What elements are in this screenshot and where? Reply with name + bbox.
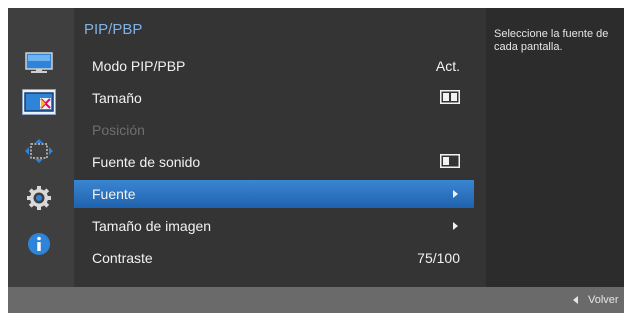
menu-item-contraste[interactable]: Contraste 75/100 [74,244,474,272]
arrow-left-icon [573,296,578,304]
info-icon[interactable] [24,232,54,256]
split-screen-icon [440,89,460,107]
menu-item-label: Fuente de sonido [92,154,201,170]
menu-item-label: Modo PIP/PBP [92,58,186,74]
menu-item-fuente-de-sonido[interactable]: Fuente de sonido [74,148,474,176]
pip-icon[interactable] [22,89,56,115]
menu-item-value: 75/100 [417,250,460,266]
sidebar [8,8,74,287]
menu-item-tamano-de-imagen[interactable]: Tamaño de imagen [74,212,474,240]
monitor-icon[interactable] [24,51,54,75]
arrow-right-icon [453,190,458,198]
help-text: Seleccione la fuente de cada pantalla. [494,28,609,53]
back-label: Volver [588,294,619,306]
menu-title: PIP/PBP [84,21,143,38]
help-panel: Seleccione la fuente de cada pantalla. [486,8,624,287]
left-screen-icon [440,153,460,171]
osd-window: PIP/PBP Modo PIP/PBP Act. Tamaño Posició… [8,8,624,313]
menu-item-posicion: Posición [74,116,474,144]
arrow-right-icon [453,222,458,230]
menu-item-tamano[interactable]: Tamaño [74,84,474,112]
menu-panel: PIP/PBP Modo PIP/PBP Act. Tamaño Posició… [74,8,486,287]
menu-item-fuente[interactable]: Fuente [74,180,474,208]
menu-item-label: Tamaño [92,90,142,106]
position-arrows-icon[interactable] [24,139,54,163]
menu-item-value: Act. [435,58,460,74]
menu-item-label: Posición [92,122,145,138]
back-hint[interactable]: Volver [573,287,624,313]
bottom-bar: Volver [8,287,624,313]
gear-icon[interactable] [24,186,54,210]
menu-item-modo-pip-pbp[interactable]: Modo PIP/PBP Act. [74,52,474,80]
menu-item-label: Contraste [92,250,153,266]
menu-item-label: Fuente [92,186,136,202]
menu-item-label: Tamaño de imagen [92,218,212,234]
